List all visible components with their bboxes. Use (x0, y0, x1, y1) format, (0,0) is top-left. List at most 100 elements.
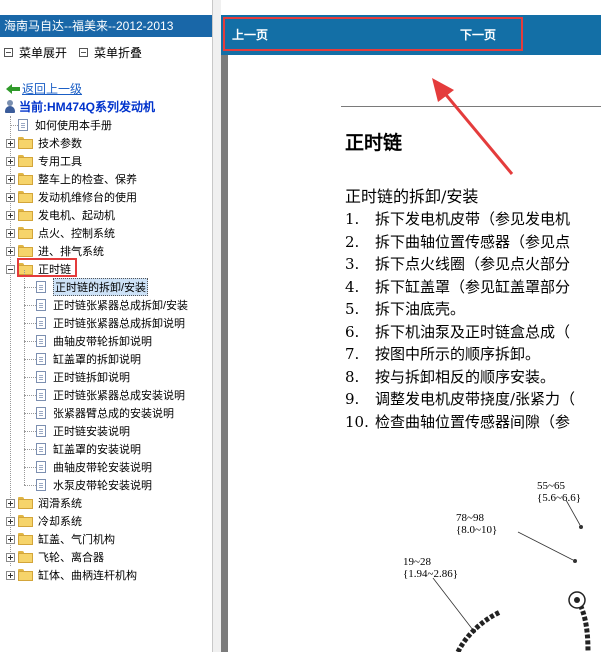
tree-subitem[interactable]: 正时链张紧器总成安装说明 (36, 386, 185, 404)
tree-item[interactable]: 发电机、起动机 (6, 206, 115, 224)
tree-subitem[interactable]: 缸盖罩的拆卸说明 (36, 350, 141, 368)
expand-toggle-icon[interactable] (6, 552, 15, 562)
timing-chain-diagram (432, 499, 591, 652)
tree-item[interactable]: 如何使用本手册 (18, 116, 112, 134)
tree-item-label: 正时链张紧器总成安装说明 (53, 390, 185, 402)
document-icon (36, 461, 46, 473)
tree-item[interactable]: 润滑系统 (6, 494, 82, 512)
step-item: 2. 拆下曲轴位置传感器（参见点 (345, 231, 570, 252)
expand-toggle-icon[interactable] (6, 498, 15, 508)
document-icon (36, 317, 46, 329)
tree-item-label: 技术参数 (38, 138, 82, 150)
tree-subitem[interactable]: 缸盖罩的安装说明 (36, 440, 141, 458)
expand-toggle-icon[interactable] (6, 138, 15, 148)
back-link[interactable]: 返回上一级 (6, 80, 82, 97)
tree-subitem[interactable]: 张紧器臂总成的安装说明 (36, 404, 174, 422)
document-icon (36, 353, 46, 365)
collapse-menu-button[interactable]: 菜单折叠 (79, 44, 142, 61)
tree-item-label: 整车上的检查、保养 (38, 174, 137, 186)
expand-toggle-icon[interactable] (6, 534, 15, 544)
back-link-label[interactable]: 返回上一级 (22, 80, 82, 97)
expand-toggle-icon[interactable] (6, 228, 15, 238)
tree-subitem[interactable]: 曲轴皮带轮拆卸说明 (36, 332, 152, 350)
step-number: 1. (345, 210, 360, 228)
tree-subitem[interactable]: 正时链张紧器总成拆卸说明 (36, 314, 185, 332)
tree-subitem[interactable]: 水泵皮带轮安装说明 (36, 476, 152, 494)
document-icon (36, 371, 46, 383)
step-number: 2. (345, 232, 360, 251)
tree-item-label: 润滑系统 (38, 498, 82, 510)
tree-connector (24, 395, 36, 396)
tree-subitem[interactable]: 正时链张紧器总成拆卸/安装 (36, 296, 188, 314)
tree-connector (24, 467, 36, 468)
expand-icon (4, 47, 13, 57)
tree-subitem[interactable]: 正时链的拆卸/安装 (36, 278, 149, 296)
step-number: 10. (345, 412, 369, 431)
tree-item[interactable]: 冷却系统 (6, 512, 82, 530)
step-text: 按与拆卸相反的顺序安装。 (375, 367, 556, 386)
tree-subitem[interactable]: 曲轴皮带轮安装说明 (36, 458, 152, 476)
expand-toggle-icon[interactable] (6, 156, 15, 166)
step-number: 9. (345, 390, 360, 408)
step-text: 拆下点火线圈（参见点火部分 (375, 255, 571, 273)
expand-menu-button[interactable]: 菜单展开 (4, 44, 67, 61)
tree-item[interactable]: 缸盖、气门机构 (6, 530, 115, 548)
tree-item[interactable]: 专用工具 (6, 152, 82, 170)
user-icon (4, 99, 16, 114)
document-icon (36, 389, 46, 401)
highlight-box-tree (17, 258, 77, 277)
folder-icon (18, 569, 33, 581)
expand-toggle-icon[interactable] (6, 192, 15, 202)
collapse-toggle-icon[interactable] (6, 264, 15, 274)
tree-item[interactable]: 点火、控制系统 (6, 224, 115, 242)
tree-item[interactable]: 发动机维修台的使用 (6, 188, 137, 206)
folder-icon (18, 137, 33, 149)
tree-subitem[interactable]: 正时链安装说明 (36, 422, 130, 440)
step-text: 拆下油底壳。 (375, 300, 466, 318)
tree-item[interactable]: 缸体、曲柄连杆机构 (6, 566, 137, 584)
tree-connector (24, 341, 36, 342)
folder-icon (18, 497, 33, 509)
tree-item-label: 正时链安装说明 (53, 426, 130, 438)
folder-icon (18, 245, 33, 257)
tree-connector (24, 287, 36, 288)
tree-item-label: 张紧器臂总成的安装说明 (53, 408, 174, 420)
step-number: 4. (345, 277, 360, 296)
tree-subitem[interactable]: 正时链拆卸说明 (36, 368, 130, 386)
expand-toggle-icon[interactable] (6, 246, 15, 256)
folder-icon (18, 551, 33, 563)
document-icon (36, 281, 46, 293)
step-text: 拆下曲轴位置传感器（参见点 (375, 232, 571, 251)
tree-item[interactable]: 整车上的检查、保养 (6, 170, 137, 188)
step-number: 5. (345, 300, 360, 318)
tree-connector (24, 323, 36, 324)
tree-item[interactable]: 技术参数 (6, 134, 82, 152)
document-icon (36, 407, 46, 419)
tree-connector (24, 431, 36, 432)
menu-toolbar: 菜单展开 菜单折叠 (4, 44, 154, 60)
expand-toggle-icon[interactable] (6, 174, 15, 184)
tree-item-label: 缸盖罩的拆卸说明 (53, 354, 141, 366)
tree-item-label: 正时链张紧器总成拆卸/安装 (53, 300, 189, 312)
step-item: 1. 拆下发电机皮带（参见发电机 (345, 208, 570, 229)
step-item: 5. 拆下油底壳。 (345, 298, 465, 319)
folder-icon (18, 515, 33, 527)
tree-item-label: 曲轴皮带轮安装说明 (53, 462, 152, 474)
tree-item-label: 如何使用本手册 (35, 120, 112, 132)
page-title: 正时链 (345, 132, 403, 154)
step-item: 7. 按图中所示的顺序拆卸。 (345, 343, 540, 364)
expand-toggle-icon[interactable] (6, 516, 15, 526)
step-number: 8. (345, 367, 360, 386)
expand-toggle-icon[interactable] (6, 210, 15, 220)
expand-toggle-icon[interactable] (6, 570, 15, 580)
folder-icon (18, 209, 33, 221)
manual-title: 海南马自达--福美来--2012-2013 (0, 15, 212, 37)
tree-item[interactable]: 飞轮、离合器 (6, 548, 104, 566)
tree-connector (24, 413, 36, 414)
annotation-arrow (432, 78, 514, 175)
tree-item-label: 进、排气系统 (38, 246, 104, 258)
menu-panel: 海南马自达--福美来--2012-2013 菜单展开 菜单折叠 返回上一级 当前… (0, 0, 212, 652)
document-icon (36, 425, 46, 437)
tree-item-label: 缸体、曲柄连杆机构 (38, 570, 137, 582)
current-section: 当前:HM474Q系列发动机 (4, 98, 155, 115)
